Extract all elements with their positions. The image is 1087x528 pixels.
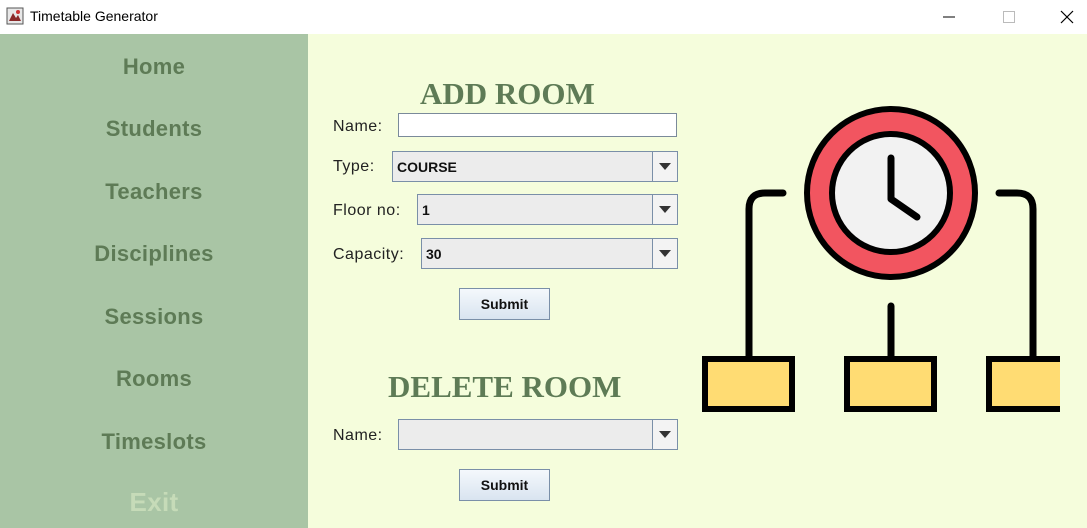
maximize-icon <box>1003 11 1015 23</box>
chevron-down-icon[interactable] <box>652 195 677 224</box>
capacity-label: Capacity: <box>333 246 405 263</box>
box-center <box>844 356 937 412</box>
box-right <box>986 356 1060 412</box>
delete-submit-button[interactable]: Submit <box>459 469 550 501</box>
add-submit-button[interactable]: Submit <box>459 288 550 320</box>
delete-room-title: DELETE ROOM <box>388 369 622 404</box>
close-button[interactable] <box>1044 0 1087 34</box>
minimize-icon <box>943 16 955 18</box>
sidebar-item-students[interactable]: Students <box>0 116 308 142</box>
add-name-input[interactable] <box>398 113 677 137</box>
sidebar-item-rooms[interactable]: Rooms <box>0 366 308 392</box>
sidebar: Home Students Teachers Disciplines Sessi… <box>0 34 308 528</box>
floor-value: 1 <box>422 201 430 218</box>
connector-left <box>745 189 787 362</box>
sidebar-item-teachers[interactable]: Teachers <box>0 179 308 205</box>
app-icon <box>6 7 24 25</box>
window-title: Timetable Generator <box>30 8 158 24</box>
close-icon <box>1060 10 1074 24</box>
add-name-label: Name: <box>333 118 383 135</box>
type-select[interactable]: COURSE <box>392 151 678 182</box>
type-label: Type: <box>333 158 375 175</box>
maximize-button[interactable] <box>986 0 1032 34</box>
connector-right <box>995 189 1037 362</box>
sidebar-item-sessions[interactable]: Sessions <box>0 304 308 330</box>
minimize-button[interactable] <box>926 0 972 34</box>
timetable-illustration <box>702 106 1060 412</box>
chevron-down-icon[interactable] <box>652 152 677 181</box>
sidebar-item-exit[interactable]: Exit <box>0 487 308 518</box>
type-value: COURSE <box>397 158 457 175</box>
floor-select[interactable]: 1 <box>417 194 678 225</box>
delete-name-select[interactable] <box>398 419 678 450</box>
chevron-down-icon[interactable] <box>652 420 677 449</box>
sidebar-item-timeslots[interactable]: Timeslots <box>0 429 308 455</box>
capacity-value: 30 <box>426 245 442 262</box>
clock-icon <box>804 106 978 280</box>
add-room-title: ADD ROOM <box>420 76 595 111</box>
delete-name-label: Name: <box>333 427 383 444</box>
title-bar: Timetable Generator <box>0 0 1087 34</box>
chevron-down-icon[interactable] <box>652 239 677 268</box>
sidebar-item-home[interactable]: Home <box>0 54 308 80</box>
capacity-select[interactable]: 30 <box>421 238 678 269</box>
box-left <box>702 356 795 412</box>
floor-label: Floor no: <box>333 202 401 219</box>
sidebar-item-disciplines[interactable]: Disciplines <box>0 241 308 267</box>
